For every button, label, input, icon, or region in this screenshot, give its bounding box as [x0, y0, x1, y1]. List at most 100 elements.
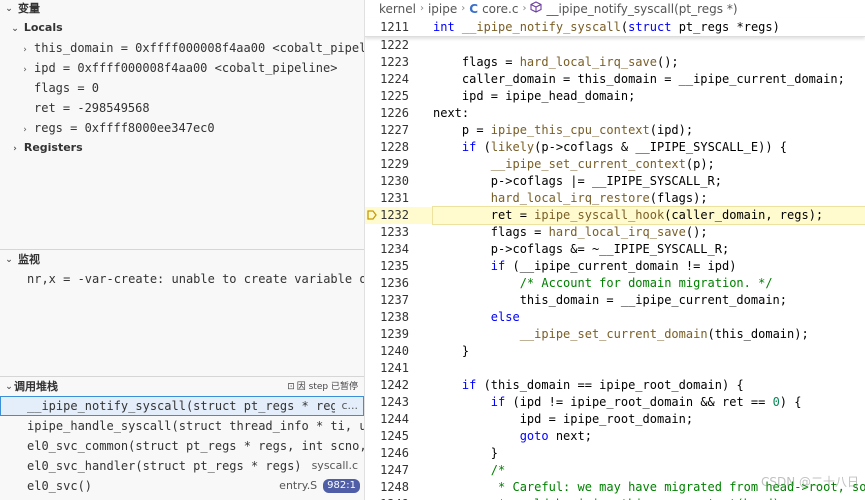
- code-line[interactable]: 1234 p->coflags &= ~__IPIPE_SYSCALL_R;: [365, 241, 865, 258]
- code-line[interactable]: 1241: [365, 360, 865, 377]
- callstack-header[interactable]: ⌄ 调用堆栈 ⊡ 因 step 已暂停: [0, 378, 364, 396]
- chevron-right-icon: ›: [522, 3, 527, 14]
- code-line[interactable]: 1240 }: [365, 343, 865, 360]
- callstack-title: 调用堆栈: [14, 380, 58, 393]
- code-text: ipd = ipipe_root_domain;: [433, 412, 694, 426]
- line-number: 1231: [380, 191, 409, 205]
- variable-item[interactable]: › this_domain = 0xffff000008f4aa00 <cobal…: [0, 38, 364, 58]
- locals-scope[interactable]: ⌄ Locals: [0, 18, 364, 38]
- code-line[interactable]: 1233 flags = hard_local_irq_save();: [365, 224, 865, 241]
- code-line[interactable]: 1245 goto next;: [365, 428, 865, 445]
- stack-frame[interactable]: el0_svc() entry.S 982:1: [0, 476, 364, 496]
- line-number: 1246: [380, 446, 409, 460]
- variable-value: ipd = 0xffff000008f4aa00 <cobalt_pipelin…: [34, 61, 338, 75]
- code-line[interactable]: 1230 p->coflags |= __IPIPE_SYSCALL_R;: [365, 173, 865, 190]
- line-number: 1235: [380, 259, 409, 273]
- registers-label: Registers: [23, 141, 83, 154]
- code-text: if (__ipipe_current_domain != ipd): [490, 259, 737, 273]
- code-line[interactable]: 1231 hard_local_irq_restore(flags);: [365, 190, 865, 207]
- variables-section: ⌄ 变量 ⌄ Locals › this_domain = 0xffff00000…: [0, 0, 364, 158]
- chevron-down-icon: ⌄: [5, 255, 13, 265]
- line-number: 1227: [380, 123, 409, 137]
- stack-frame-name: el0_svc(): [27, 479, 93, 493]
- variable-value: ret = -298549568: [34, 101, 150, 115]
- code-line[interactable]: 1249 * would be ipipe_this_cpu_context(h…: [365, 496, 865, 500]
- breadcrumb-item-file[interactable]: core.c: [482, 0, 518, 18]
- code-text: p->coflags &= ~__IPIPE_SYSCALL_R;: [433, 242, 730, 256]
- paused-status-text: 因 step 已暂停: [296, 382, 358, 392]
- watch-header[interactable]: ⌄ 监视: [0, 251, 364, 269]
- code-line[interactable]: 1236 /* Account for domain migration. */: [365, 275, 865, 292]
- code-line[interactable]: 1229 __ipipe_set_current_context(p);: [365, 156, 865, 173]
- chevron-right-icon[interactable]: ›: [20, 120, 30, 140]
- code-text: this_domain = __ipipe_current_domain;: [433, 293, 788, 307]
- registers-scope[interactable]: › Registers: [0, 138, 364, 158]
- code-line[interactable]: 1226 next:: [365, 105, 865, 122]
- variable-value: flags = 0: [34, 81, 100, 95]
- code-line[interactable]: 1222: [365, 37, 865, 54]
- chevron-down-icon: ⌄: [11, 24, 19, 34]
- chevron-down-icon: ⌄: [5, 382, 13, 392]
- breakpoint-arrow-icon: [367, 210, 377, 220]
- stack-frame-name: __ipipe_notify_syscall(struct pt_regs * …: [27, 399, 336, 413]
- variable-item[interactable]: › regs = 0xffff8000ee347ec0: [0, 118, 364, 138]
- code-editor: kernel › ipipe › C core.c › __ipipe_noti…: [365, 0, 865, 500]
- line-number: 1222: [380, 38, 409, 52]
- chevron-right-icon: ›: [461, 3, 466, 14]
- code-text: ipd = ipipe_head_domain;: [433, 89, 636, 103]
- code-lines[interactable]: 1222 1223 flags = hard_local_irq_save(); 1…: [365, 37, 865, 500]
- watch-title: 监视: [18, 253, 40, 266]
- watch-item[interactable]: nr,x = -var-create: unable to create var…: [0, 269, 364, 289]
- sticky-scroll-line[interactable]: 1211 int __ipipe_notify_syscall(struct p…: [365, 18, 865, 37]
- chevron-right-icon: ›: [419, 3, 424, 14]
- variables-header[interactable]: ⌄ 变量: [0, 0, 364, 18]
- code-line[interactable]: 1246 }: [365, 445, 865, 462]
- variable-item[interactable]: ret = -298549568: [0, 98, 364, 118]
- sash[interactable]: [0, 249, 364, 250]
- chevron-right-icon[interactable]: ›: [20, 60, 30, 80]
- line-number: 1248: [380, 480, 409, 494]
- line-number: 1237: [380, 293, 409, 307]
- code-text: * would be ipipe_this_cpu_context(head).: [433, 496, 865, 500]
- stack-frame[interactable]: __ipipe_notify_syscall(struct pt_regs * …: [0, 396, 364, 416]
- variable-value: regs = 0xffff8000ee347ec0: [34, 121, 215, 135]
- code-line[interactable]: 1227 p = ipipe_this_cpu_context(ipd);: [365, 122, 865, 139]
- line-number: 1236: [380, 276, 409, 290]
- code-text: if (ipd != ipipe_root_domain && ret == 0…: [490, 395, 802, 409]
- breadcrumb-item-function[interactable]: __ipipe_notify_syscall(pt_regs *): [546, 0, 737, 18]
- code-line[interactable]: 1237 this_domain = __ipipe_current_domai…: [365, 292, 865, 309]
- variable-item[interactable]: flags = 0: [0, 78, 364, 98]
- code-line[interactable]: 1225 ipd = ipipe_head_domain;: [365, 88, 865, 105]
- stack-frame[interactable]: el0_svc_handler(struct pt_regs * regs) sy…: [0, 456, 364, 476]
- breadcrumb-item-kernel[interactable]: kernel: [379, 0, 416, 18]
- code-line[interactable]: 1238 else: [365, 309, 865, 326]
- stack-frame-name: el0_svc_handler(struct pt_regs * regs): [27, 459, 302, 473]
- code-text: goto next;: [519, 429, 592, 443]
- stack-frame[interactable]: el0_svc_common(struct pt_regs * regs, in…: [0, 436, 364, 456]
- chevron-right-icon[interactable]: ›: [20, 40, 30, 60]
- code-text: p = ipipe_this_cpu_context(ipd);: [433, 123, 694, 137]
- code-line[interactable]: 1239 __ipipe_set_current_domain(this_dom…: [365, 326, 865, 343]
- code-line[interactable]: 1235 if (__ipipe_current_domain != ipd): [365, 258, 865, 275]
- line-number: 1223: [380, 55, 409, 69]
- line-number: 1233: [380, 225, 409, 239]
- code-line[interactable]: 1244 ipd = ipipe_root_domain;: [365, 411, 865, 428]
- code-line[interactable]: 1232 ret = ipipe_syscall_hook(caller_dom…: [365, 206, 865, 225]
- variable-item[interactable]: › ipd = 0xffff000008f4aa00 <cobalt_pipeli…: [0, 58, 364, 78]
- code-text: p->coflags |= __IPIPE_SYSCALL_R;: [433, 174, 722, 188]
- code-text: }: [433, 344, 470, 358]
- code-line[interactable]: 1223 flags = hard_local_irq_save();: [365, 54, 865, 71]
- debug-sidebar: ⌄ 变量 ⌄ Locals › this_domain = 0xffff00000…: [0, 0, 365, 500]
- code-text: next:: [433, 106, 470, 120]
- code-line[interactable]: 1224 caller_domain = this_domain = __ipi…: [365, 71, 865, 88]
- stack-frame[interactable]: ipipe_handle_syscall(struct thread_info …: [0, 416, 364, 436]
- breadcrumb-item-ipipe[interactable]: ipipe: [428, 0, 457, 18]
- sash[interactable]: [0, 376, 364, 377]
- code-line[interactable]: 1242 if (this_domain == ipipe_root_domai…: [365, 377, 865, 394]
- stack-frames: __ipipe_notify_syscall(struct pt_regs * …: [0, 396, 364, 496]
- code-line[interactable]: 1243 if (ipd != ipipe_root_domain && ret…: [365, 394, 865, 411]
- code-line[interactable]: 1228 if (likely(p->coflags & __IPIPE_SYS…: [365, 139, 865, 156]
- line-number: 1226: [380, 106, 409, 120]
